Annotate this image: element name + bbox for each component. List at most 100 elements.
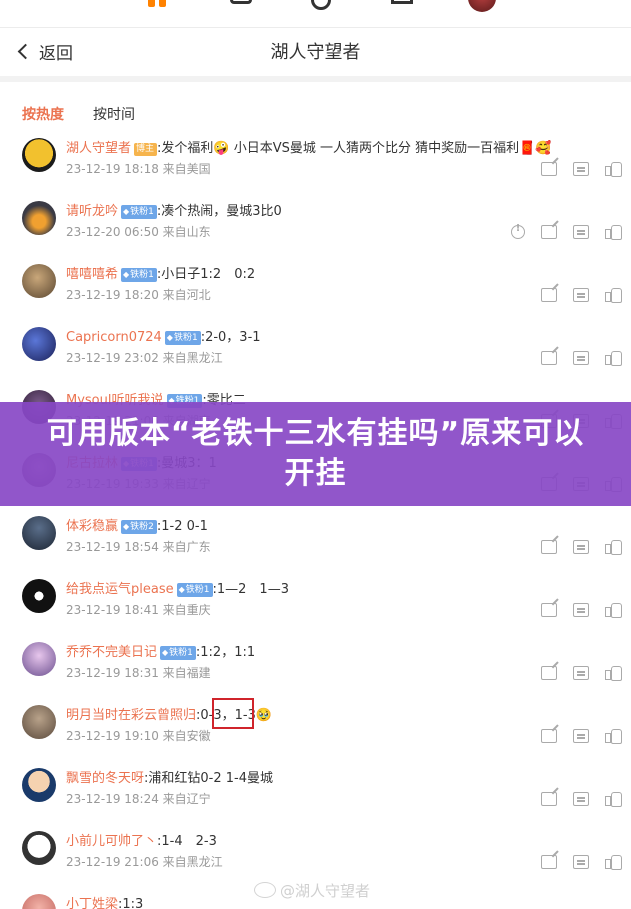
share-icon[interactable]: [541, 351, 557, 365]
comment-meta: 23-12-19 18:54 来自广东: [66, 540, 211, 554]
highlight-box: [212, 698, 254, 729]
share-icon[interactable]: [541, 603, 557, 617]
reply-icon[interactable]: [573, 351, 589, 365]
comment-line: Capricorn0724 ◆铁粉1:2-0，3-1: [66, 326, 261, 345]
reply-icon[interactable]: [573, 666, 589, 680]
like-icon[interactable]: [605, 225, 622, 240]
comment-username[interactable]: 给我点运气please: [66, 582, 174, 597]
comment-line: 飘雪的冬天呀:浦和红钻0-2 1-4曼城: [66, 767, 273, 786]
share-icon[interactable]: [541, 729, 557, 743]
comment-row[interactable]: 请听龙吟 ◆铁粉1:凑个热闹，曼城3比0 23-12-20 06:50 来自山东: [0, 191, 631, 254]
like-icon[interactable]: [605, 855, 622, 870]
message-tab-icon[interactable]: [391, 0, 413, 4]
like-icon[interactable]: [605, 540, 622, 555]
avatar[interactable]: [22, 894, 56, 909]
comment-username[interactable]: 湖人守望者: [66, 141, 131, 156]
share-icon[interactable]: [541, 540, 557, 554]
fan-badge: ◆铁粉1: [160, 646, 196, 660]
home-tab-icon[interactable]: [148, 0, 174, 14]
avatar[interactable]: [22, 642, 56, 676]
reply-icon[interactable]: [573, 603, 589, 617]
share-icon[interactable]: [541, 855, 557, 869]
comment-line: 小丁姓梁:1:3: [66, 893, 143, 909]
reply-icon[interactable]: [573, 225, 589, 239]
like-icon[interactable]: [605, 603, 622, 618]
comment-row[interactable]: 飘雪的冬天呀:浦和红钻0-2 1-4曼城 23-12-19 18:24 来自辽宁: [0, 758, 631, 821]
comment-actions: [525, 602, 622, 618]
watermark-text: @湖人守望者: [280, 882, 371, 900]
share-icon[interactable]: [541, 225, 557, 239]
discover-tab-icon[interactable]: [311, 0, 331, 10]
avatar[interactable]: [22, 579, 56, 613]
avatar[interactable]: [22, 327, 56, 361]
like-icon[interactable]: [605, 666, 622, 681]
comment-text: :1-2 0-1: [156, 519, 208, 534]
comment-row[interactable]: 乔乔不完美日记 ◆铁粉1:1:2，1:1 23-12-19 18:31 来自福建: [0, 632, 631, 695]
diamond-icon: ◆: [123, 522, 130, 531]
comment-row[interactable]: 嘻嘻嘻希 ◆铁粉1:小日子1:2 0:2 23-12-19 18:20 来自河北: [0, 254, 631, 317]
comment-text: :1-4 2-3: [157, 834, 217, 849]
fan-badge: ◆铁粉1: [176, 583, 213, 597]
avatar[interactable]: [22, 831, 56, 865]
comment-meta: 23-12-19 18:24 来自辽宁: [66, 792, 211, 806]
avatar[interactable]: [22, 264, 56, 298]
comment-line: 乔乔不完美日记 ◆铁粉1:1:2，1:1: [66, 641, 255, 660]
share-icon[interactable]: [541, 666, 557, 680]
comment-username[interactable]: 小前儿可帅了丶: [66, 834, 157, 849]
avatar[interactable]: [22, 516, 56, 550]
comment-username[interactable]: 请听龙吟: [66, 204, 118, 219]
watermark: @湖人守望者: [254, 880, 370, 901]
comment-row[interactable]: 体彩稳赢 ◆铁粉2:1-2 0-1 23-12-19 18:54 来自广东: [0, 506, 631, 569]
comment-username[interactable]: Capricorn0724: [66, 330, 162, 345]
like-icon[interactable]: [605, 288, 622, 303]
comment-actions: [525, 161, 622, 177]
comment-username[interactable]: 明月当时在彩云曾照归: [66, 708, 196, 723]
diamond-icon: ◆: [166, 333, 173, 342]
sort-by-hot-tab[interactable]: 按热度: [22, 104, 64, 124]
badge-label: 铁粉1: [130, 207, 154, 217]
comment-username[interactable]: 乔乔不完美日记: [66, 645, 157, 660]
comment-text: :1—2 1—3: [212, 582, 289, 597]
reply-icon[interactable]: [573, 162, 589, 176]
comment-meta: 23-12-19 19:10 来自安徽: [66, 729, 211, 743]
reply-icon[interactable]: [573, 288, 589, 302]
share-icon[interactable]: [541, 288, 557, 302]
like-icon[interactable]: [605, 729, 622, 744]
comment-actions: [525, 728, 622, 744]
comment-row[interactable]: 明月当时在彩云曾照归:0-3，1-3🥹 23-12-19 19:10 来自安徽: [0, 695, 631, 758]
comment-meta: 23-12-19 18:31 来自福建: [66, 666, 211, 680]
avatar[interactable]: [22, 705, 56, 739]
comment-row[interactable]: 湖人守望者 博主:发个福利🤪 小日本VS曼城 一人猜两个比分 猜中奖励一百福利🧧🥰…: [0, 128, 631, 191]
comment-row[interactable]: 小前儿可帅了丶:1-4 2-3 23-12-19 21:06 来自黑龙江: [0, 821, 631, 884]
like-icon[interactable]: [605, 792, 622, 807]
comment-row[interactable]: Capricorn0724 ◆铁粉1:2-0，3-1 23-12-19 23:02 …: [0, 317, 631, 380]
comment-username[interactable]: 嘻嘻嘻希: [66, 267, 118, 282]
avatar[interactable]: [22, 138, 56, 172]
nav-bar: 返回 湖人守望者: [0, 28, 631, 74]
video-tab-icon[interactable]: [230, 0, 252, 4]
report-icon[interactable]: [511, 223, 525, 239]
fan-badge: ◆铁粉2: [121, 520, 157, 534]
avatar[interactable]: [22, 768, 56, 802]
reply-icon[interactable]: [573, 855, 589, 869]
profile-avatar-icon[interactable]: [468, 0, 496, 12]
comment-username[interactable]: 体彩稳赢: [66, 519, 118, 534]
reply-icon[interactable]: [573, 540, 589, 554]
reply-icon[interactable]: [573, 792, 589, 806]
like-icon[interactable]: [605, 162, 622, 177]
fan-badge: ◆铁粉1: [121, 205, 157, 219]
share-icon[interactable]: [541, 162, 557, 176]
avatar[interactable]: [22, 201, 56, 235]
like-icon[interactable]: [605, 351, 622, 366]
comment-actions: [525, 665, 622, 681]
comment-username[interactable]: 飘雪的冬天呀: [66, 771, 144, 786]
weibo-logo-icon: [254, 882, 276, 898]
comment-row[interactable]: 给我点运气please ◆铁粉1:1—2 1—3 23-12-19 18:41 来自…: [0, 569, 631, 632]
share-icon[interactable]: [541, 792, 557, 806]
reply-icon[interactable]: [573, 729, 589, 743]
comment-line: 体彩稳赢 ◆铁粉2:1-2 0-1: [66, 515, 208, 534]
comment-actions: [525, 854, 622, 870]
comment-meta: 23-12-20 06:50 来自山东: [66, 225, 211, 239]
comment-username[interactable]: 小丁姓梁: [66, 897, 118, 909]
sort-by-time-tab[interactable]: 按时间: [93, 104, 135, 124]
